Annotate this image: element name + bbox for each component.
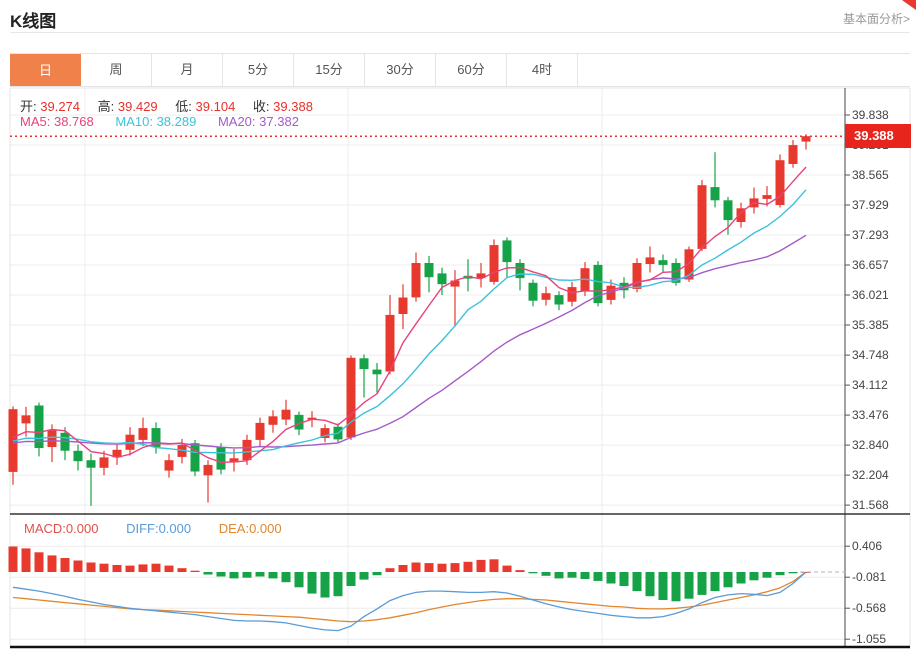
y-axis-label: 0.406 <box>852 538 882 554</box>
y-axis-label: 33.476 <box>852 407 889 423</box>
high-value: 39.429 <box>118 99 158 114</box>
ohlc-info-row: 开: 39.274 高: 39.429 低: 39.104 收: 39.388 <box>20 96 327 115</box>
close-label: 收: <box>253 99 270 114</box>
y-axis-label: 32.840 <box>852 437 889 453</box>
y-axis-label: -0.081 <box>852 569 886 585</box>
low-value: 39.104 <box>196 99 236 114</box>
page-title: K线图 <box>10 7 56 32</box>
y-axis-label: -1.055 <box>852 631 886 647</box>
y-axis-label: 34.748 <box>852 347 889 363</box>
tab-5min[interactable]: 5分 <box>223 54 294 86</box>
high-label: 高: <box>98 99 115 114</box>
y-axis-label: 38.565 <box>852 167 889 183</box>
y-axis-label: 39.838 <box>852 107 889 123</box>
tab-30min[interactable]: 30分 <box>365 54 436 86</box>
period-tabbar: 日 周 月 5分 15分 30分 60分 4时 <box>10 53 910 87</box>
y-axis-label: 34.112 <box>852 377 888 393</box>
ma20-value: MA20: 37.382 <box>218 114 299 129</box>
kline-app: K线图 基本面分析> 日 周 月 5分 15分 30分 60分 4时 开: 39… <box>0 0 916 650</box>
close-value: 39.388 <box>273 99 313 114</box>
tab-4hour[interactable]: 4时 <box>507 54 578 86</box>
tab-15min[interactable]: 15分 <box>294 54 365 86</box>
macd-info-row: MACD:0.000 DIFF:0.000 DEA:0.000 <box>24 521 282 536</box>
tab-week[interactable]: 周 <box>81 54 152 86</box>
y-axis-label: 37.929 <box>852 197 889 213</box>
y-axis-label: 31.568 <box>852 497 889 513</box>
y-axis-label: 35.385 <box>852 317 889 333</box>
ma-info-row: MA5: 38.768 MA10: 38.289 MA20: 37.382 <box>20 114 299 129</box>
y-axis-label: 37.293 <box>852 227 889 243</box>
current-price-badge: 39.388 <box>845 124 911 148</box>
y-axis-label: -0.568 <box>852 600 886 616</box>
macd-value: MACD:0.000 <box>24 521 98 536</box>
tabbar-filler <box>578 54 910 86</box>
y-axis-label: 36.657 <box>852 257 889 273</box>
dea-value: DEA:0.000 <box>219 521 282 536</box>
fundamental-analysis-link[interactable]: 基本面分析> <box>843 10 910 27</box>
tab-60min[interactable]: 60分 <box>436 54 507 86</box>
tab-month[interactable]: 月 <box>152 54 223 86</box>
tab-day[interactable]: 日 <box>10 54 81 86</box>
ma5-value: MA5: 38.768 <box>20 114 94 129</box>
y-axis-label: 32.204 <box>852 467 889 483</box>
low-label: 低: <box>175 99 192 114</box>
y-axis-label: 36.021 <box>852 287 889 303</box>
open-label: 开: <box>20 99 37 114</box>
open-value: 39.274 <box>40 99 80 114</box>
ma10-value: MA10: 38.289 <box>115 114 196 129</box>
diff-value: DIFF:0.000 <box>126 521 191 536</box>
